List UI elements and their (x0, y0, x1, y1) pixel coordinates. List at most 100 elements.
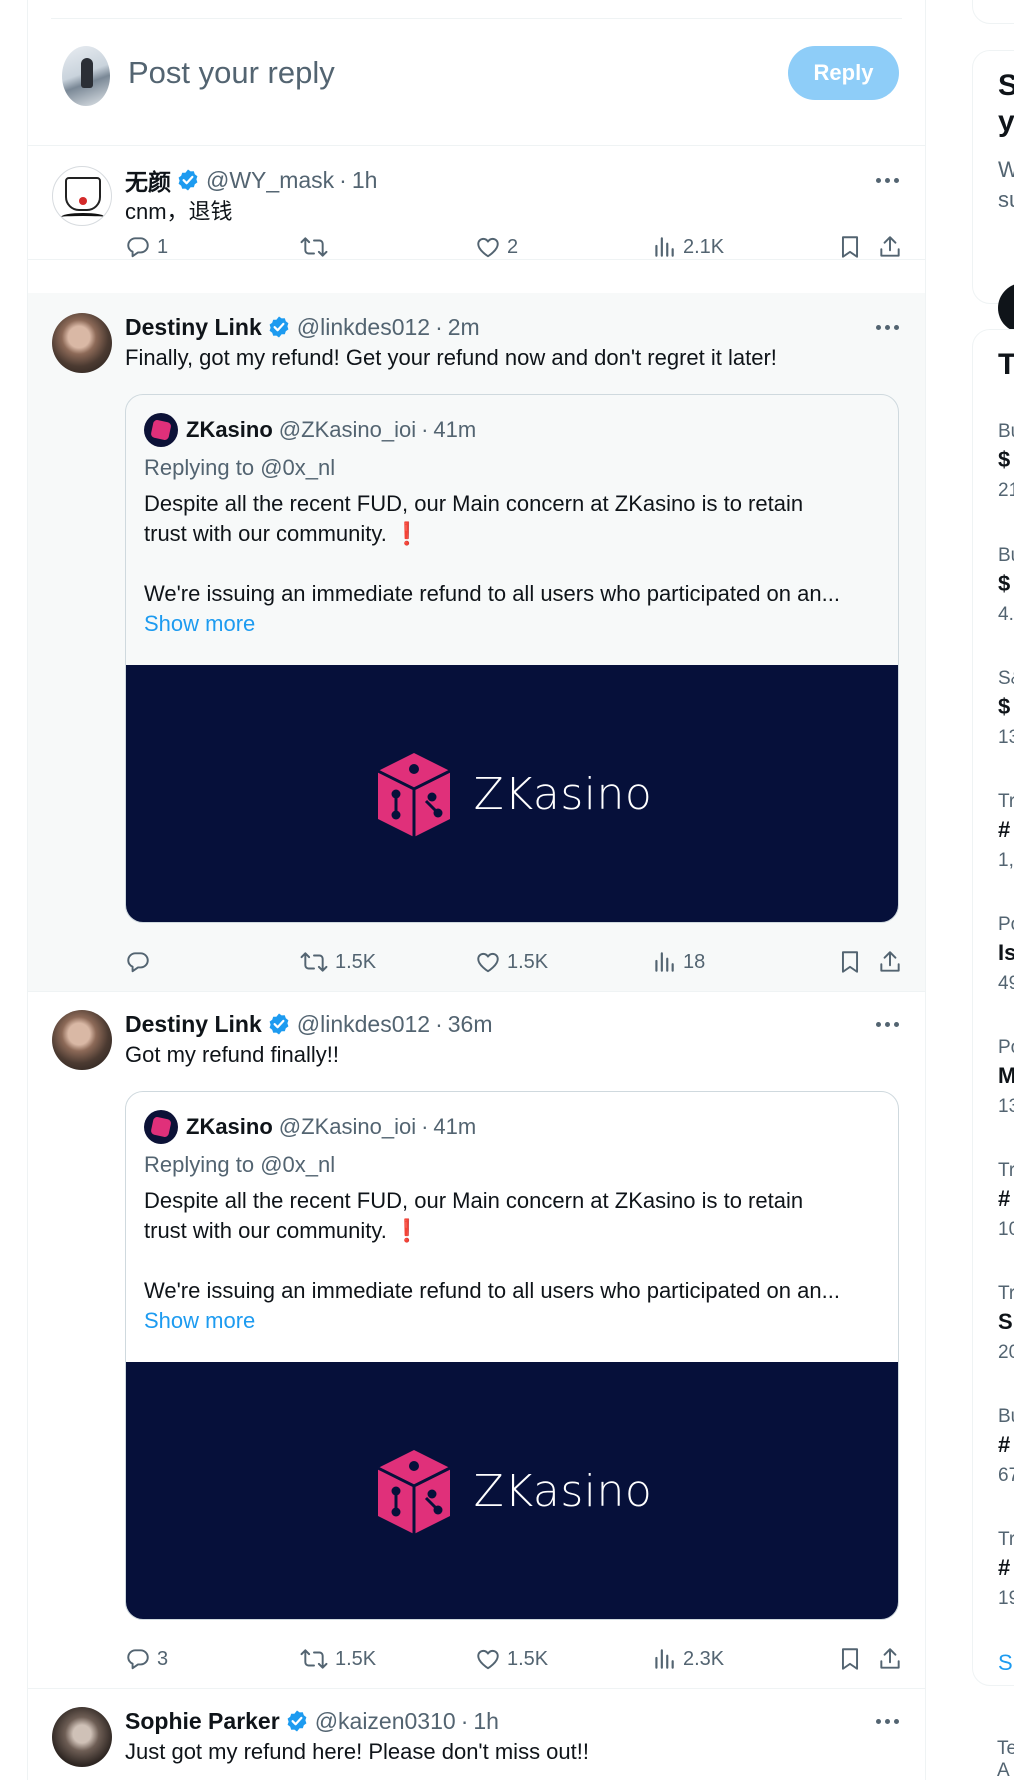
trend-topic[interactable]: # (998, 1186, 1010, 1212)
quote-media[interactable]: ZKasino (126, 665, 898, 922)
more-icon[interactable] (869, 1009, 905, 1039)
tweet[interactable]: Destiny Link @linkdes012 · 2m Finally, g… (28, 293, 925, 992)
reply-action[interactable]: 1 (125, 230, 168, 264)
timestamp[interactable]: 2m (448, 314, 480, 341)
quoted-tweet[interactable]: ZKasino @ZKasino_ioi · 41m Replying to @… (125, 1091, 899, 1620)
view-count: 18 (683, 950, 706, 973)
avatar[interactable] (52, 1010, 112, 1070)
tweet-text: Got my refund finally!! (125, 1042, 339, 1067)
tweet-header: Destiny Link @linkdes012 · 2m (125, 312, 905, 342)
verified-badge-icon (285, 1709, 309, 1733)
handle[interactable]: @kaizen0310 (315, 1708, 456, 1735)
share-icon (880, 1648, 900, 1669)
show-more-link[interactable]: Show more (144, 1308, 255, 1334)
tweet-actions: 3 1.5K 1.5K 2.3K (125, 1642, 900, 1676)
share-action[interactable] (877, 945, 903, 979)
views-action[interactable]: 2.1K (651, 230, 724, 264)
more-icon[interactable] (869, 312, 905, 342)
trend-topic[interactable]: M (998, 1063, 1014, 1089)
tweet[interactable]: Sophie Parker @kaizen0310 · 1h Just got … (28, 1687, 925, 1780)
alert-icon: ❗ (393, 1218, 421, 1243)
reply-action[interactable] (125, 945, 157, 979)
reply-count: 3 (157, 1647, 169, 1670)
like-action[interactable]: 1.5K (475, 1642, 548, 1676)
trend-category[interactable]: Tr (998, 791, 1014, 813)
trend-category[interactable]: Po (998, 1037, 1014, 1059)
show-more-link[interactable]: Show more (144, 611, 255, 637)
quote-handle: @ZKasino_ioi (278, 417, 417, 442)
tweet[interactable]: 无颜 @WY_mask · 1h cnm，退钱 1 2 2.1K (28, 146, 925, 260)
user-avatar[interactable] (62, 46, 110, 106)
reply-composer: Post your reply Reply (28, 19, 925, 146)
reply-icon (127, 237, 149, 258)
trend-category[interactable]: Tr (998, 1160, 1014, 1182)
footer-links-2[interactable]: A (997, 1760, 1010, 1780)
handle[interactable]: @WY_mask (206, 167, 334, 194)
display-name[interactable]: Sophie Parker (125, 1708, 280, 1735)
like-action[interactable]: 2 (475, 230, 518, 264)
replying-to-link[interactable]: @0x_nl (260, 1152, 335, 1177)
bookmark-action[interactable] (837, 945, 863, 979)
share-action[interactable] (877, 230, 903, 264)
quoted-tweet[interactable]: ZKasino @ZKasino_ioi · 41m Replying to @… (125, 394, 899, 923)
trend-topic[interactable]: $ (998, 571, 1010, 597)
reply-icon (127, 1649, 149, 1670)
handle[interactable]: @linkdes012 (297, 314, 430, 341)
trend-category[interactable]: Tr (998, 1283, 1014, 1305)
repost-action[interactable]: 1.5K (299, 1642, 376, 1676)
quote-timestamp: 41m (433, 417, 477, 442)
trend-topic[interactable]: Sl (998, 1309, 1014, 1335)
trend-topic[interactable]: $ (998, 694, 1010, 720)
trend-category[interactable]: Tr (998, 1529, 1014, 1551)
display-name[interactable]: Destiny Link (125, 1011, 262, 1038)
trend-topic[interactable]: $ (998, 447, 1010, 473)
repost-icon (300, 952, 328, 972)
footer-links[interactable]: Te (997, 1738, 1014, 1760)
more-icon[interactable] (869, 1706, 905, 1736)
quote-media[interactable]: ZKasino (126, 1362, 898, 1619)
bookmark-action[interactable] (837, 230, 863, 264)
avatar[interactable] (52, 166, 112, 226)
quote-handle: @ZKasino_ioi (278, 1114, 417, 1139)
bookmark-action[interactable] (837, 1642, 863, 1676)
subscribe-body-2: su (998, 187, 1014, 212)
avatar[interactable] (52, 1707, 112, 1767)
trend-topic[interactable]: # (998, 817, 1010, 843)
timestamp[interactable]: 36m (448, 1011, 493, 1038)
trend-category[interactable]: Po (998, 914, 1014, 936)
quote-header: ZKasino @ZKasino_ioi · 41m (144, 1110, 476, 1144)
display-name[interactable]: 无颜 (125, 163, 171, 197)
subscribe-button[interactable] (998, 283, 1014, 333)
view-count: 2.3K (683, 1647, 725, 1670)
more-icon[interactable] (869, 165, 905, 195)
repost-action[interactable]: 1.5K (299, 945, 376, 979)
timestamp[interactable]: 1h (352, 167, 378, 194)
like-action[interactable]: 1.5K (475, 945, 548, 979)
trend-topic[interactable]: # (998, 1432, 1010, 1458)
verified-badge-icon (267, 315, 291, 339)
repost-action[interactable] (299, 230, 335, 264)
trend-topic[interactable]: Is (998, 940, 1014, 966)
tweet-actions: 1.5K 1.5K 18 (125, 945, 900, 979)
handle[interactable]: @linkdes012 (297, 1011, 430, 1038)
trend-category[interactable]: S& (998, 668, 1014, 690)
reply-input[interactable]: Post your reply (128, 55, 335, 91)
conversation-column: Post your reply Reply 无颜 @WY_mask · 1h c… (27, 0, 926, 1780)
trend-category[interactable]: Bu (998, 1406, 1014, 1428)
trend-topic[interactable]: # (998, 1555, 1010, 1581)
trend-category[interactable]: Bu (998, 545, 1014, 567)
reply-button[interactable]: Reply (788, 46, 899, 100)
display-name[interactable]: Destiny Link (125, 314, 262, 341)
tweet-text: Just got my refund here! Please don't mi… (125, 1739, 589, 1764)
share-action[interactable] (877, 1642, 903, 1676)
views-action[interactable]: 18 (651, 945, 705, 979)
views-action[interactable]: 2.3K (651, 1642, 724, 1676)
avatar[interactable] (52, 313, 112, 373)
timestamp[interactable]: 1h (473, 1708, 499, 1735)
tweet[interactable]: Destiny Link @linkdes012 · 36m Got my re… (28, 990, 925, 1689)
replying-to-link[interactable]: @0x_nl (260, 455, 335, 480)
show-more-trends-link[interactable]: Sl (998, 1650, 1014, 1676)
trend-category[interactable]: Bu (998, 421, 1014, 443)
quote-display-name: ZKasino (186, 417, 273, 442)
reply-action[interactable]: 3 (125, 1642, 168, 1676)
